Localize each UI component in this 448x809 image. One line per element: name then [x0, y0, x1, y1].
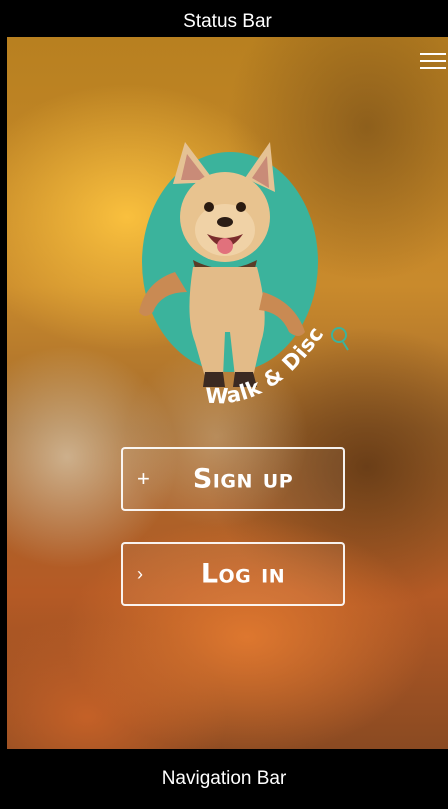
app-screen: Status Bar Walk & Disc + Sign up › Log i… [0, 0, 448, 809]
plus-icon: + [137, 466, 150, 491]
chevron-right-icon: › [137, 564, 143, 584]
log-in-label: Log in [200, 558, 286, 590]
sign-up-label: Sign up [192, 463, 294, 495]
navigation-bar: Navigation Bar [0, 749, 448, 809]
background-photo: Walk & Discover + Sign up › Log in [7, 37, 448, 749]
sign-up-button[interactable]: + Sign up [121, 447, 345, 511]
walk-and-discover-logo: Walk & Discover [135, 142, 349, 408]
paw-pin-icon [331, 327, 349, 351]
log-in-button[interactable]: › Log in [121, 542, 345, 606]
hamburger-menu-icon[interactable] [420, 51, 446, 71]
status-bar-label: Status Bar [183, 11, 272, 32]
status-bar: Status Bar [7, 7, 448, 37]
navigation-bar-label: Navigation Bar [161, 768, 287, 789]
